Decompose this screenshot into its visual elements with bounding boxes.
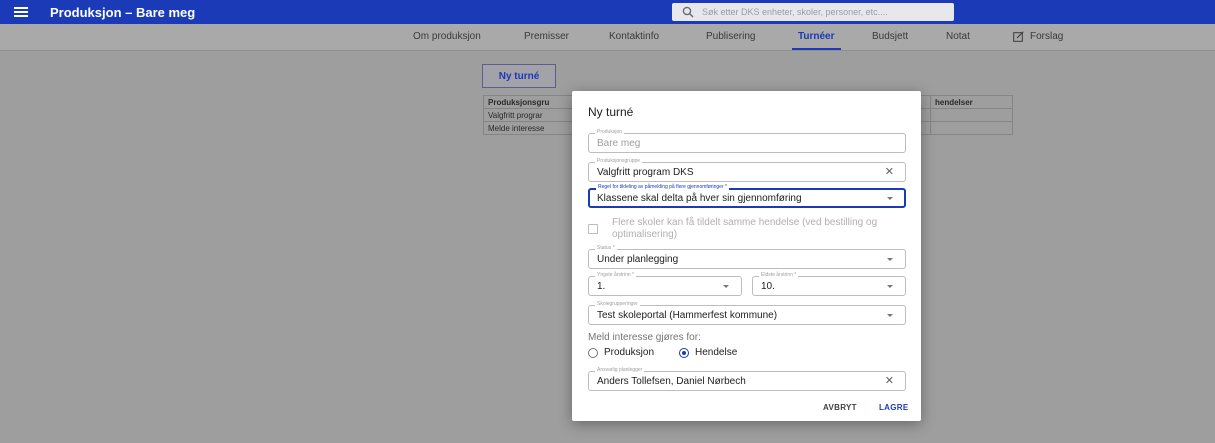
- search-input[interactable]: [702, 7, 952, 17]
- field-value: Test skoleportal (Hammerfest kommune): [597, 310, 778, 321]
- eldste-arstrinn-select[interactable]: Eldste årstrinn * 10.: [752, 272, 906, 296]
- checkbox-label: Flere skoler kan få tildelt samme hendel…: [612, 217, 878, 240]
- tab-notat[interactable]: Notat: [946, 24, 970, 50]
- chevron-down-icon[interactable]: [887, 285, 893, 288]
- ansvarlig-planlegger-field[interactable]: Ansvarlig planlegger Anders Tollefsen, D…: [588, 367, 906, 391]
- chevron-down-icon[interactable]: [887, 314, 893, 317]
- chevron-down-icon[interactable]: [723, 285, 729, 288]
- tab-premisser[interactable]: Premisser: [524, 24, 569, 50]
- tab-om-produksjon[interactable]: Om produksjon: [413, 24, 481, 50]
- field-value: 10.: [761, 281, 775, 292]
- field-label: Status *: [595, 245, 617, 252]
- tab-forslag-label: Forslag: [1030, 31, 1064, 42]
- field-label: Ansvarlig planlegger: [595, 367, 645, 374]
- skolegrupperinger-select[interactable]: Skolegrupperinger Test skoleportal (Hamm…: [588, 301, 906, 325]
- radio-button[interactable]: [588, 347, 598, 358]
- chevron-down-icon[interactable]: [887, 197, 893, 200]
- field-value: Anders Tollefsen, Daniel Nørbech: [597, 376, 746, 387]
- tab-forslag[interactable]: Forslag: [1013, 24, 1063, 50]
- interest-radio-heading: Meld interesse gjøres for:: [588, 332, 701, 343]
- table-cell: [930, 108, 1013, 122]
- produksjon-field: Produksjon Bare meg: [588, 129, 906, 153]
- field-value: Klassene skal delta på hver sin gjennomf…: [597, 193, 802, 204]
- chevron-down-icon[interactable]: [887, 258, 893, 261]
- search-icon: [682, 6, 694, 18]
- clear-icon[interactable]: ✕: [885, 375, 894, 387]
- table-cell: Melde interesse: [483, 121, 577, 135]
- search-box[interactable]: [672, 3, 954, 21]
- produksjonsgruppe-field[interactable]: Produksjonsgruppe Valgfritt program DKS …: [588, 158, 906, 182]
- field-value: Bare meg: [597, 138, 641, 149]
- field-label: Yngste årstrinn *: [595, 272, 636, 279]
- field-label: Produksjonsgruppe: [595, 158, 643, 165]
- field-label: Skolegrupperinger: [595, 301, 640, 308]
- yngste-arstrinn-select[interactable]: Yngste årstrinn * 1.: [588, 272, 742, 296]
- cancel-button[interactable]: AVBRYT: [823, 403, 857, 412]
- app-bar: Produksjon – Bare meg: [0, 0, 1215, 24]
- clear-icon[interactable]: ✕: [885, 166, 894, 178]
- menu-icon[interactable]: [14, 7, 28, 17]
- status-select[interactable]: Status * Under planlegging: [588, 245, 906, 269]
- regel-select[interactable]: Regel for tildeling av påmelding på fler…: [588, 184, 906, 208]
- tab-kontaktinfo[interactable]: Kontaktinfo: [609, 24, 659, 50]
- tab-publisering[interactable]: Publisering: [706, 24, 755, 50]
- tab-bar: Om produksjon Premisser Kontaktinfo Publ…: [0, 24, 1215, 51]
- multi-school-checkbox-row[interactable]: Flere skoler kan få tildelt samme hendel…: [588, 216, 906, 242]
- new-tour-button[interactable]: Ny turné: [482, 64, 556, 88]
- edit-box-icon: [1013, 31, 1024, 42]
- field-value: Under planlegging: [597, 254, 679, 265]
- field-value: Valgfritt program DKS: [597, 167, 694, 178]
- table-header: hendelser: [930, 95, 1013, 109]
- table-cell: [930, 121, 1013, 135]
- table-cell: Valgfritt prograr: [483, 108, 577, 122]
- field-value: 1.: [597, 281, 606, 292]
- save-button[interactable]: LAGRE: [879, 403, 909, 412]
- tab-budsjett[interactable]: Budsjett: [872, 24, 908, 50]
- field-label: Eldste årstrinn *: [759, 272, 799, 279]
- table-header: Produksjonsgru: [483, 95, 577, 109]
- tab-turneer[interactable]: Turnéer: [792, 24, 840, 50]
- radio-label: Hendelse: [695, 347, 738, 358]
- radio-hendelse[interactable]: Hendelse: [679, 347, 737, 358]
- radio-label: Produksjon: [604, 347, 655, 358]
- radio-button[interactable]: [679, 347, 689, 358]
- radio-produksjon[interactable]: Produksjon: [588, 347, 654, 358]
- field-label: Regel for tildeling av påmelding på fler…: [596, 184, 729, 191]
- multi-school-checkbox[interactable]: [588, 224, 598, 234]
- page-title: Produksjon – Bare meg: [50, 4, 196, 20]
- field-label: Produksjon: [595, 129, 625, 136]
- dialog-title: Ny turné: [588, 105, 634, 119]
- new-tour-dialog: Ny turné Produksjon Bare meg Produksjons…: [572, 91, 921, 421]
